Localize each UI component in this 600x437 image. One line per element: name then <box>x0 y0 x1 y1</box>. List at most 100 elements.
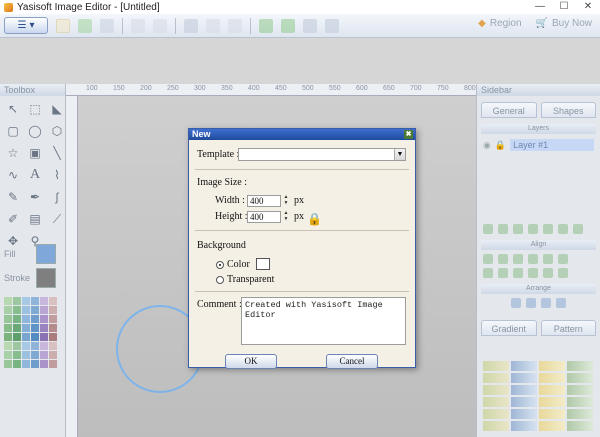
layer-action-icon[interactable] <box>573 224 583 234</box>
pencil-tool-icon[interactable]: ✐ <box>4 210 22 228</box>
copy-icon[interactable] <box>206 18 220 33</box>
align-icon[interactable] <box>558 268 568 278</box>
bucket-tool-icon[interactable]: ▤ <box>26 210 44 228</box>
align-icon[interactable] <box>498 268 508 278</box>
layer-action-icon[interactable] <box>498 224 508 234</box>
palette-swatch[interactable] <box>49 342 57 350</box>
gradient-swatch[interactable] <box>483 397 509 407</box>
align-icon[interactable] <box>513 268 523 278</box>
zoom-in-icon[interactable] <box>259 18 273 33</box>
stroke-color-swatch[interactable] <box>36 268 56 288</box>
gradient-swatch[interactable] <box>483 421 509 431</box>
gradient-swatch[interactable] <box>539 373 565 383</box>
palette-swatch[interactable] <box>4 315 12 323</box>
select-tool-icon[interactable]: ⬚ <box>26 100 44 118</box>
gradient-swatch[interactable] <box>511 385 537 395</box>
align-icon[interactable] <box>513 254 523 264</box>
curve-tool-icon[interactable]: ∿ <box>4 166 22 184</box>
palette-swatch[interactable] <box>49 351 57 359</box>
palette-swatch[interactable] <box>31 324 39 332</box>
arrange-icon[interactable] <box>511 298 521 308</box>
gradient-swatches[interactable] <box>483 361 595 431</box>
palette-swatch[interactable] <box>22 351 30 359</box>
gradient-swatch[interactable] <box>539 397 565 407</box>
palette-swatch[interactable] <box>22 297 30 305</box>
align-icon[interactable] <box>483 254 493 264</box>
palette-swatch[interactable] <box>49 324 57 332</box>
gradient-swatch[interactable] <box>483 385 509 395</box>
palette-swatch[interactable] <box>4 351 12 359</box>
gradient-swatch[interactable] <box>483 361 509 371</box>
fit-icon[interactable] <box>303 18 317 33</box>
gradient-swatch[interactable] <box>511 373 537 383</box>
new-file-icon[interactable] <box>56 18 70 33</box>
palette-swatch[interactable] <box>22 315 30 323</box>
palette-swatch[interactable] <box>49 315 57 323</box>
palette-swatch[interactable] <box>13 324 21 332</box>
line-tool-icon[interactable]: ╲ <box>48 144 66 162</box>
chevron-down-icon[interactable]: ▼ <box>394 149 405 160</box>
redo-icon[interactable] <box>153 18 167 33</box>
gradient-swatch[interactable] <box>567 373 593 383</box>
palette-swatch[interactable] <box>31 333 39 341</box>
layer-action-icon[interactable] <box>513 224 523 234</box>
palette-swatch[interactable] <box>40 324 48 332</box>
brush-tool-icon[interactable]: ✎ <box>4 188 22 206</box>
palette-swatch[interactable] <box>4 306 12 314</box>
height-spinner[interactable]: ▲ ▼ <box>282 211 290 223</box>
palette-swatch[interactable] <box>13 306 21 314</box>
palette-swatch[interactable] <box>22 324 30 332</box>
cancel-button[interactable]: Cancel <box>326 354 378 369</box>
palette-swatch[interactable] <box>13 360 21 368</box>
palette-swatch[interactable] <box>4 297 12 305</box>
palette-swatch[interactable] <box>31 342 39 350</box>
gradient-swatch[interactable] <box>483 409 509 419</box>
gradient-swatch[interactable] <box>567 397 593 407</box>
palette-swatch[interactable] <box>13 333 21 341</box>
maximize-button[interactable]: ☐ <box>552 0 576 14</box>
tab-gradient[interactable]: Gradient <box>481 320 537 336</box>
ellipse-tool-icon[interactable]: ◯ <box>26 122 44 140</box>
palette-swatch[interactable] <box>4 360 12 368</box>
save-icon[interactable] <box>100 18 114 33</box>
path-tool-icon[interactable]: ⌇ <box>48 166 66 184</box>
undo-icon[interactable] <box>131 18 145 33</box>
gradient-swatch[interactable] <box>539 385 565 395</box>
layer-action-icon[interactable] <box>543 224 553 234</box>
background-color-swatch[interactable] <box>256 258 270 270</box>
gradient-swatch[interactable] <box>511 421 537 431</box>
zoom-out-icon[interactable] <box>281 18 295 33</box>
palette-swatch[interactable] <box>40 315 48 323</box>
palette-swatch[interactable] <box>40 351 48 359</box>
palette-swatch[interactable] <box>31 360 39 368</box>
align-icon[interactable] <box>543 268 553 278</box>
align-icon[interactable] <box>528 254 538 264</box>
palette-swatch[interactable] <box>40 306 48 314</box>
layer-action-icon[interactable] <box>483 224 493 234</box>
gradient-swatch[interactable] <box>539 361 565 371</box>
palette-swatch[interactable] <box>31 297 39 305</box>
gradient-swatch[interactable] <box>539 421 565 431</box>
template-select[interactable]: ▼ <box>238 148 406 161</box>
gradient-swatch[interactable] <box>511 397 537 407</box>
layer-action-icon[interactable] <box>528 224 538 234</box>
aspect-lock-icon[interactable]: 🔒 <box>307 212 322 227</box>
palette-swatch[interactable] <box>49 306 57 314</box>
lock-icon[interactable]: 🔒 <box>495 140 506 151</box>
resize-icon[interactable] <box>325 18 339 33</box>
align-icon[interactable] <box>498 254 508 264</box>
gradient-swatch[interactable] <box>567 409 593 419</box>
palette-swatch[interactable] <box>4 324 12 332</box>
star-tool-icon[interactable]: ☆ <box>4 144 22 162</box>
palette-swatch[interactable] <box>49 333 57 341</box>
eye-icon[interactable]: ◉ <box>483 140 491 151</box>
gradient-swatch[interactable] <box>567 385 593 395</box>
text-tool-icon[interactable]: A <box>26 166 44 184</box>
tab-pattern[interactable]: Pattern <box>540 320 596 336</box>
width-spinner[interactable]: ▲ ▼ <box>282 195 290 207</box>
palette-swatch[interactable] <box>49 297 57 305</box>
align-icon[interactable] <box>483 268 493 278</box>
minimize-button[interactable]: — <box>528 0 552 14</box>
palette-swatch[interactable] <box>4 342 12 350</box>
palette-swatch[interactable] <box>40 342 48 350</box>
